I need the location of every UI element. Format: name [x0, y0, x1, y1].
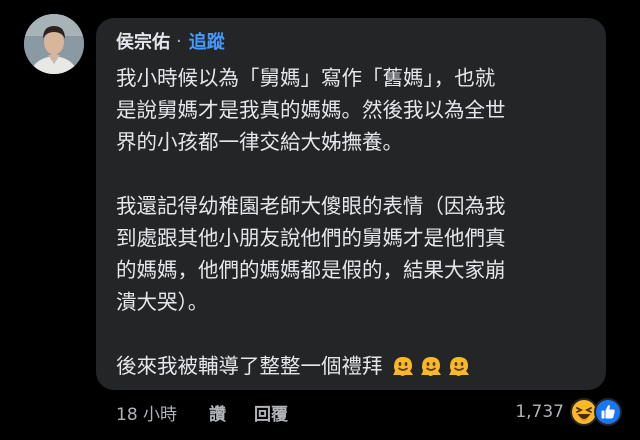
reaction-count: 1,737: [515, 402, 564, 422]
comment-line: 潰大哭）。: [116, 290, 209, 314]
reaction-icons: [570, 398, 622, 426]
separator-dot: ·: [176, 30, 182, 52]
reaction-summary[interactable]: 1,737: [515, 397, 622, 427]
comment-line: 的媽媽，他們的媽媽都是假的，結果大家崩: [116, 258, 506, 282]
author-name[interactable]: 侯宗佑: [116, 28, 170, 54]
avatar-photo: [24, 14, 84, 74]
comment-line: 我小時候以為「舅媽」寫作「舊媽」，也就: [116, 66, 496, 90]
timestamp[interactable]: 18 小時: [116, 400, 177, 425]
comment-line: 到處跟其他小朋友說他們的舅媽才是他們真: [116, 226, 506, 250]
emoji-row: [391, 354, 471, 378]
comment-line: 是說舅媽才是我真的媽媽。然後我以為全世: [116, 98, 506, 122]
melting-face-icon: [447, 354, 471, 378]
comment-line: 後來我被輔導了整整一個禮拜: [116, 354, 383, 378]
comment-line: 界的小孩都一律交給大姊撫養。: [116, 130, 403, 154]
melting-face-icon: [419, 354, 443, 378]
melting-face-icon: [391, 354, 415, 378]
follow-button[interactable]: 追蹤: [189, 28, 225, 54]
like-button[interactable]: 讚: [209, 400, 226, 425]
comment-paragraph-1: 我小時候以為「舅媽」寫作「舊媽」，也就 是說舅媽才是我真的媽媽。然後我以為全世 …: [116, 62, 600, 158]
reply-button[interactable]: 回覆: [254, 400, 288, 425]
comment-text: 我小時候以為「舅媽」寫作「舊媽」，也就 是說舅媽才是我真的媽媽。然後我以為全世 …: [116, 62, 600, 382]
comment-paragraph-3: 後來我被輔導了整整一個禮拜: [116, 350, 600, 382]
comment-actions: 18 小時 讚 回覆: [116, 398, 288, 426]
like-reaction-icon: [594, 398, 622, 426]
comment-line: 我還記得幼稚園老師大傻眼的表情（因為我: [116, 194, 506, 218]
comment-paragraph-2: 我還記得幼稚園老師大傻眼的表情（因為我 到處跟其他小朋友說他們的舅媽才是他們真 …: [116, 190, 600, 318]
comment-header: 侯宗佑 · 追蹤: [116, 28, 225, 54]
avatar[interactable]: [24, 14, 84, 74]
